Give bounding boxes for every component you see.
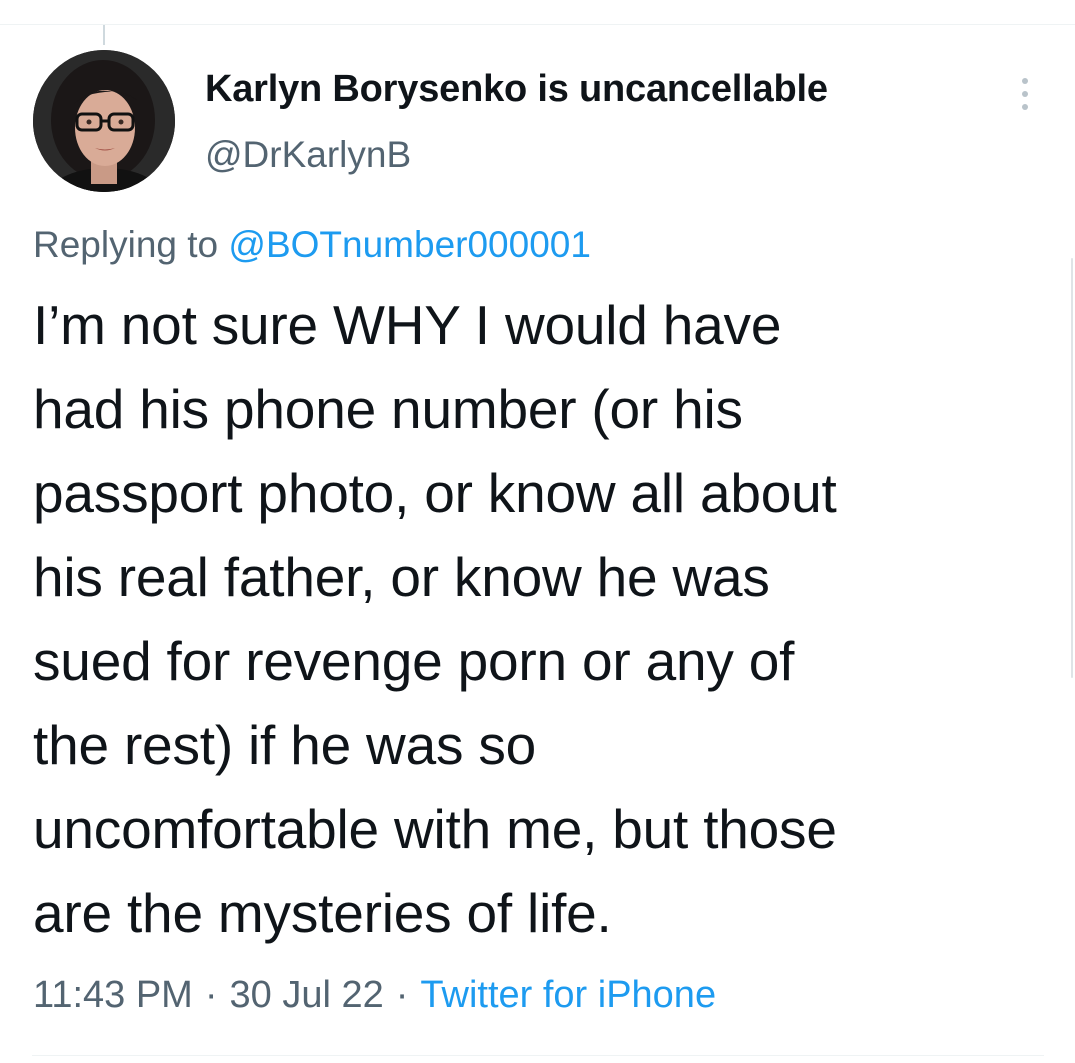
tweet-metadata: 11:43 PM · 30 Jul 22 · Twitter for iPhone — [33, 974, 716, 1017]
reply-prefix: Replying to — [33, 224, 219, 265]
tweet-text-line: had his phone number (or his — [33, 378, 743, 440]
tweet-text-line: passport photo, or know all about — [33, 462, 837, 524]
tweet-source-link[interactable]: Twitter for iPhone — [420, 974, 716, 1016]
reply-mention-link[interactable]: @BOTnumber000001 — [228, 224, 591, 265]
tweet-time[interactable]: 11:43 PM — [33, 974, 193, 1016]
bottom-divider — [32, 1055, 1044, 1056]
replying-to-line: Replying to @BOTnumber000001 — [33, 224, 591, 266]
more-vertical-icon — [1022, 78, 1028, 84]
thread-connector-line — [103, 25, 105, 45]
tweet-text-line: sued for revenge porn or any of — [33, 630, 795, 692]
tweet-text-line: are the mysteries of life. — [33, 882, 612, 944]
tweet-text-line: his real father, or know he was — [33, 546, 770, 608]
more-vertical-icon — [1022, 91, 1028, 97]
top-divider — [0, 24, 1075, 25]
tweet-text-line: uncomfortable with me, but those — [33, 798, 837, 860]
user-handle[interactable]: @DrKarlynB — [205, 134, 411, 176]
meta-separator: · — [204, 974, 218, 1016]
more-vertical-icon — [1022, 104, 1028, 110]
avatar[interactable] — [33, 50, 175, 192]
tweet-text-line: the rest) if he was so — [33, 714, 537, 776]
more-options-button[interactable] — [1010, 72, 1040, 116]
display-name[interactable]: Karlyn Borysenko is uncancellable — [205, 68, 828, 111]
meta-separator: · — [395, 974, 409, 1016]
scrollbar[interactable] — [1071, 258, 1073, 678]
profile-photo-icon — [33, 50, 175, 192]
tweet-date[interactable]: 30 Jul 22 — [230, 974, 384, 1016]
tweet-text: I’m not sure WHY I would have had his ph… — [33, 283, 1043, 955]
tweet-text-line: I’m not sure WHY I would have — [33, 294, 782, 356]
